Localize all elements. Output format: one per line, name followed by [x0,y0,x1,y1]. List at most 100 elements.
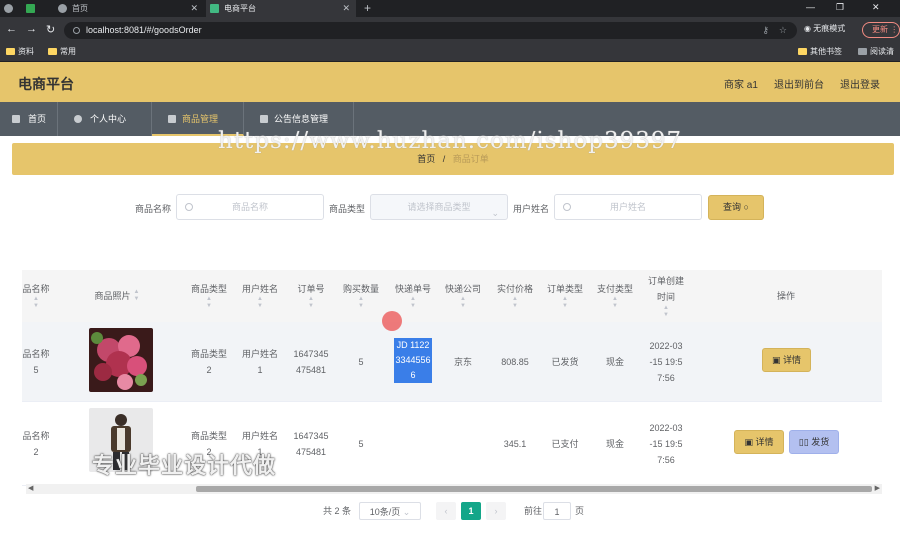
bookmark-folder[interactable]: 资料 [6,43,34,61]
page-suffix: 页 [575,506,585,516]
key-icon[interactable]: ⚷ [762,22,769,39]
forward-icon[interactable]: → [26,23,37,35]
browser-toolbar: ← → ↻ localhost:8081/#/goodsOrder ⚷ ☆ ◉ … [0,17,900,43]
cell-goods-type: 商品类型 2 [190,349,227,375]
cell-goods-name: 品名称 2 [22,431,50,457]
total-count: 共 2 条 [323,506,352,516]
incognito-indicator[interactable]: ◉ 无痕模式 [804,23,845,34]
sort-icon[interactable]: ▲ ▼ [308,296,314,310]
prev-page-button[interactable]: ‹ [436,502,456,520]
bookmark-folder-other[interactable]: 其他书签 [798,43,842,61]
col-label: 快递公司 [444,284,481,294]
detail-icon: ▣ [744,437,753,447]
update-button[interactable]: 更新 ⋮ [862,22,900,38]
goto-label: 前往 [524,506,543,516]
menu-label: 商品管理 [182,114,219,124]
cell-price: 808.85 [501,357,529,367]
tab-ecommerce[interactable]: 电商平台 ✕ [206,0,356,17]
sort-icon[interactable]: ▲ ▼ [663,305,669,319]
cell-order-no: 1647345 475481 [293,349,329,375]
address-bar[interactable]: localhost:8081/#/goodsOrder ⚷ ☆ [64,22,797,39]
search-user-input[interactable]: 用户姓名 [554,194,702,220]
col-price[interactable]: 实付价格 ▲ ▼ [492,270,538,322]
bookmark-folder[interactable]: 常用 [48,43,76,61]
minimize-icon[interactable]: — [806,0,815,14]
window-close-icon[interactable]: ✕ [872,0,880,14]
app-header: 电商平台 商家 a1 退出到前台 退出登录 [0,62,900,102]
sort-icon[interactable]: ▲ ▼ [562,296,568,310]
cell-order-type: 已发货 [551,357,579,367]
scroll-left-icon[interactable]: ◀ [28,484,33,494]
col-pay-type[interactable]: 支付类型 ▲ ▼ [592,270,638,322]
detail-button[interactable]: ▣ 详情 [734,430,784,454]
col-created[interactable]: 订单创建时间 ▲ ▼ [644,270,688,322]
col-label: 商品类型 [190,284,227,294]
placeholder: 商品名称 [231,202,268,212]
maximize-icon[interactable]: ❐ [836,0,844,14]
detail-button[interactable]: ▣ 详情 [762,348,811,372]
goto-page-input[interactable]: 1 [543,502,571,520]
menu-item-profile[interactable]: 个人中心 [58,102,152,136]
col-goods-name[interactable]: 品名称 ▲ ▼ [22,270,56,322]
logout-link[interactable]: 退出登录 [840,76,880,91]
tab-home[interactable]: 首页 ✕ [54,0,204,17]
sort-icon[interactable]: ▲ ▼ [206,296,212,310]
star-icon[interactable]: ☆ [779,22,787,39]
col-goods-type[interactable]: 商品类型 ▲ ▼ [186,270,232,322]
col-express-co[interactable]: 快递公司 ▲ ▼ [440,270,486,322]
search-name-label: 商品名称 [135,204,172,214]
sort-icon[interactable]: ▲ ▼ [512,296,518,310]
bookmark-label: 资料 [18,47,34,56]
sort-icon[interactable]: ▲ ▼ [257,296,263,310]
col-quantity[interactable]: 购买数量 ▲ ▼ [338,270,384,322]
menu-label: 公告信息管理 [274,114,329,124]
col-goods-photo[interactable]: 商品照片 ▲ ▼ [82,270,152,322]
page-number-current[interactable]: 1 [461,502,481,520]
site-info-icon[interactable] [73,27,80,34]
breadcrumb-home[interactable]: 首页 [417,154,435,164]
url-text: localhost:8081/#/goodsOrder [86,25,202,35]
close-icon[interactable]: ✕ [190,0,198,17]
scroll-right-icon[interactable]: ▶ [875,484,880,494]
horizontal-scrollbar[interactable]: ◀ ▶ [26,484,882,494]
browser-menu-icon[interactable] [0,0,20,17]
col-user-name[interactable]: 用户姓名 ▲ ▼ [236,270,284,322]
sort-icon[interactable]: ▲ ▼ [33,296,39,310]
cursor-highlight [382,311,402,331]
query-label: 查询 [723,202,742,212]
close-icon[interactable]: ✕ [342,0,350,17]
menu-label: 个人中心 [90,114,127,124]
reload-icon[interactable]: ↻ [46,23,55,36]
search-type-select[interactable]: 请选择商品类型 ⌄ [370,194,508,220]
col-label: 订单类型 [546,284,583,294]
search-icon [563,203,571,211]
menu-item-home[interactable]: 首页 [0,102,58,136]
page-size-select[interactable]: 10条/页 ⌄ [359,502,421,520]
exit-front-link[interactable]: 退出到前台 [774,76,824,91]
chevron-down-icon: ⌄ [491,208,499,218]
search-name-input[interactable]: 商品名称 [176,194,324,220]
next-page-button[interactable]: › [486,502,506,520]
col-order-type[interactable]: 订单类型 ▲ ▼ [542,270,588,322]
placeholder: 请选择商品类型 [407,202,471,212]
chevron-down-icon: ⌄ [402,507,411,517]
col-order-no[interactable]: 订单号 ▲ ▼ [288,270,334,322]
flag-icon [260,115,268,123]
new-tab-button[interactable]: + [360,0,376,17]
tab-pinned[interactable] [22,0,52,17]
sort-icon[interactable]: ▲ ▼ [460,296,466,310]
table-row[interactable]: 品名称 5 商品类型 2 用户姓名 1 1647345 475481 5 JD … [22,322,882,402]
query-button[interactable]: 查询 ○ [708,195,764,220]
scrollbar-thumb[interactable] [196,486,872,492]
ship-button[interactable]: ▯▯ 发货 [789,430,839,454]
back-icon[interactable]: ← [6,23,17,35]
sort-icon[interactable]: ▲ ▼ [612,296,618,310]
col-label: 订单创建时间 [647,276,684,302]
col-label: 购买数量 [342,284,379,294]
cell-user-name: 用户姓名 1 [241,349,278,375]
cell-express-no: JD 1122 3344556 6 [394,338,432,383]
cell-pay-type: 现金 [605,357,624,367]
sort-icon[interactable]: ▲ ▼ [358,296,364,310]
sort-icon[interactable]: ▲ ▼ [410,296,416,310]
sort-icon[interactable]: ▲ ▼ [134,289,140,303]
